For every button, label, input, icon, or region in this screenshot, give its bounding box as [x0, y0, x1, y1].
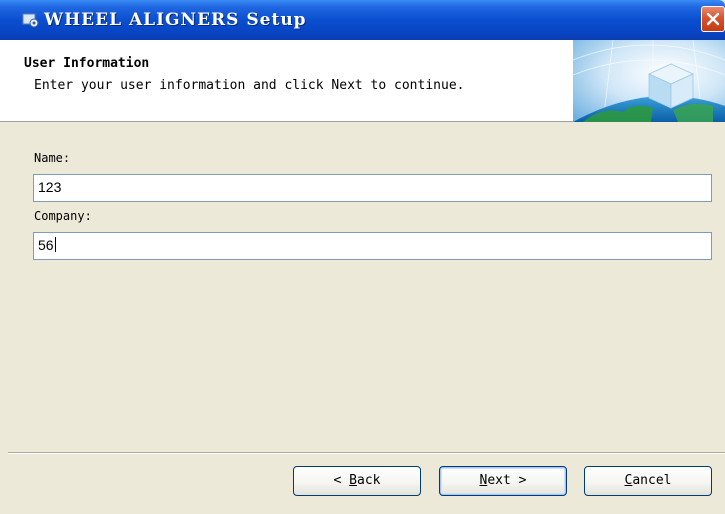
back-label: ack: [357, 473, 381, 488]
text-caret: [54, 237, 56, 252]
installer-icon: [22, 12, 40, 28]
next-button[interactable]: Next >: [439, 466, 567, 496]
page-subtitle: Enter your user information and click Ne…: [34, 78, 465, 93]
close-button[interactable]: [701, 6, 725, 32]
title-bar[interactable]: WHEEL ALIGNERS Setup: [0, 0, 725, 40]
page-title: User Information: [24, 56, 150, 71]
close-icon: [706, 12, 720, 26]
globe-cube-graphic: [573, 40, 725, 122]
header-banner: User Information Enter your user informa…: [0, 40, 725, 122]
back-arrow: <: [333, 473, 350, 488]
company-label: Company:: [34, 209, 92, 223]
name-value: 123: [38, 179, 62, 195]
company-value: 56: [38, 237, 54, 253]
cancel-label: ancel: [632, 473, 672, 488]
back-button[interactable]: < Back: [293, 466, 421, 496]
next-label: ext >: [487, 473, 527, 488]
setup-window: WHEEL ALIGNERS Setup User Information En…: [0, 0, 725, 514]
button-separator: [8, 452, 725, 454]
cancel-button[interactable]: Cancel: [584, 466, 712, 496]
back-accel: B: [349, 473, 357, 488]
company-field[interactable]: 56: [33, 232, 712, 260]
name-label: Name:: [34, 151, 71, 165]
window-title: WHEEL ALIGNERS Setup: [44, 10, 307, 30]
name-field[interactable]: 123: [33, 174, 712, 202]
